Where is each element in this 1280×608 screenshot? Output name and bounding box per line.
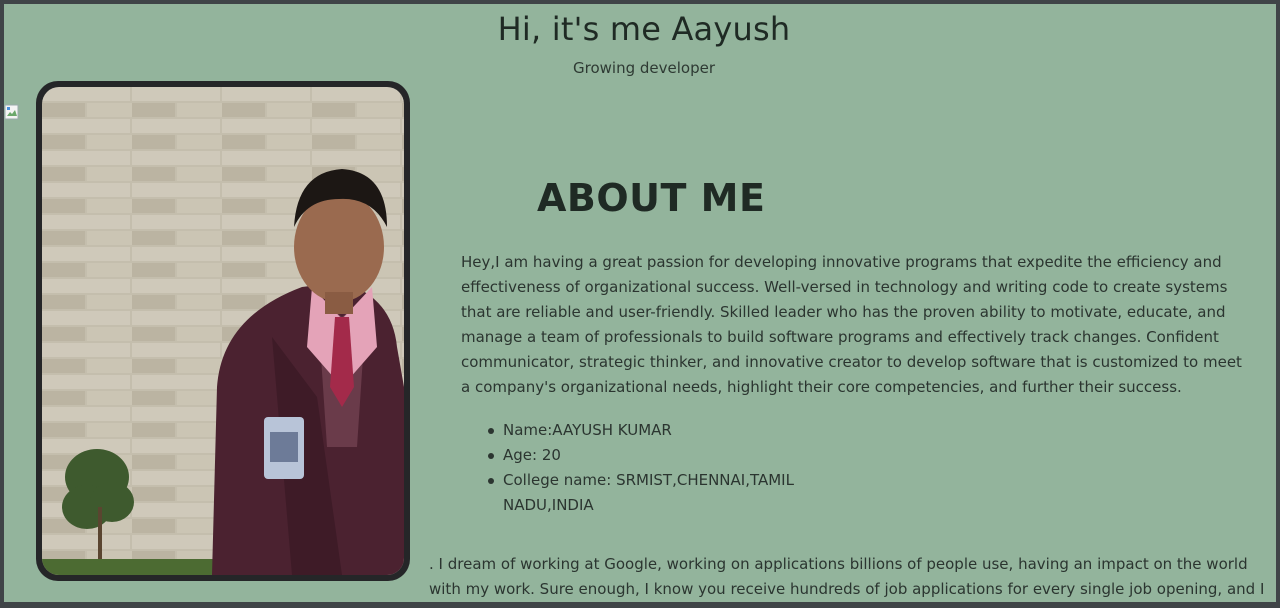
- about-heading: ABOUT ME: [537, 176, 766, 220]
- page-title: Hi, it's me Aayush: [497, 10, 791, 48]
- page-subtitle: Growing developer: [573, 59, 715, 77]
- broken-image-icon: [4, 104, 19, 120]
- fact-college: College name: SRMIST,CHENNAI,TAMIL NADU,…: [485, 468, 825, 518]
- dream-paragraph: . I dream of working at Google, working …: [429, 555, 1265, 598]
- portfolio-page: Hi, it's me Aayush Growing developer ABO…: [4, 4, 1276, 602]
- profile-photo-frame: [36, 81, 410, 581]
- about-paragraph: Hey,I am having a great passion for deve…: [461, 253, 1242, 396]
- facts-list: Name:AAYUSH KUMAR Age: 20 College name: …: [485, 418, 825, 518]
- fact-age: Age: 20: [485, 443, 825, 468]
- profile-photo: [42, 87, 404, 575]
- fact-name: Name:AAYUSH KUMAR: [485, 418, 825, 443]
